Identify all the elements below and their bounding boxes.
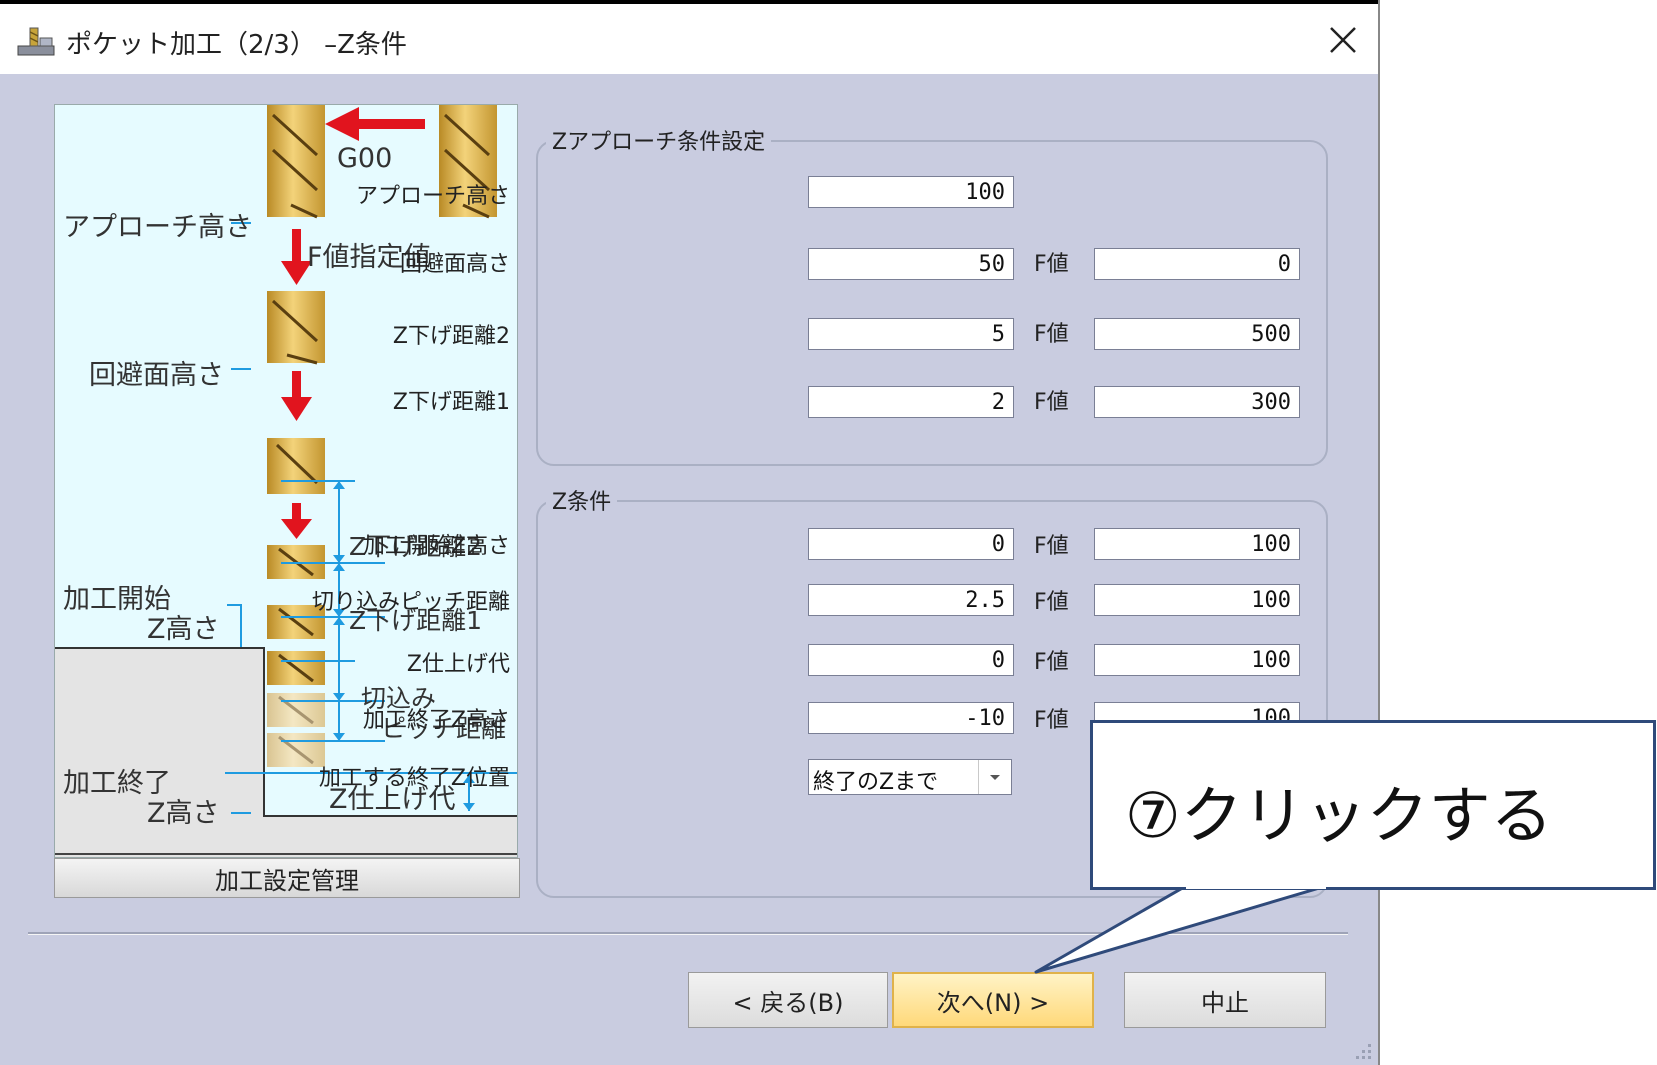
window-title: ポケット加工（2/3） –Z条件 — [66, 30, 407, 60]
finish-allowance-input[interactable] — [808, 644, 1014, 676]
z-condition-group-title: Z条件 — [546, 484, 618, 516]
z-down-2-f-input[interactable] — [1094, 318, 1300, 350]
end-mill-tool-3 — [267, 438, 325, 494]
machining-diagram: G00 アプローチ高さ F値指定値 回避面高さ Z下げ距離2 加工開始 Z高さ … — [54, 104, 518, 858]
finish-allowance-field-label: Z仕上げ代 — [406, 652, 510, 677]
back-button[interactable]: < 戻る(B) — [688, 972, 888, 1028]
end-mill-tool-faded-2 — [267, 733, 325, 767]
pocket-machining-icon — [17, 27, 55, 56]
z-down-1-input[interactable] — [808, 386, 1014, 418]
cut-pitch-f-input[interactable] — [1094, 584, 1300, 616]
start-z-input[interactable] — [808, 528, 1014, 560]
feed-down-arrow-2 — [281, 371, 312, 421]
next-button[interactable]: 次へ(N) > — [892, 972, 1094, 1028]
cancel-button[interactable]: 中止 — [1124, 972, 1326, 1028]
z-down-2-input[interactable] — [808, 318, 1014, 350]
end-z-field-label: 加工終了Z高さ — [362, 708, 510, 733]
z-down-2-field-label: Z下げ距離2 — [392, 324, 510, 349]
approach-height-label: アプローチ高さ — [63, 212, 252, 243]
start-z-label-line2: Z高さ — [147, 614, 220, 645]
feed-down-arrow-3 — [281, 503, 312, 539]
window-right-edge — [1378, 0, 1380, 1065]
start-z-field-label: 加工開始Z高さ — [362, 534, 510, 559]
machining-settings-manage-button[interactable]: 加工設定管理 — [54, 858, 520, 898]
approach-height-field-label: アプローチ高さ — [355, 184, 510, 209]
end-mill-tool-top-left — [267, 105, 325, 219]
chevron-down-icon — [990, 775, 1000, 780]
callout-tail-mask — [1186, 883, 1326, 889]
end-mill-tool-6 — [267, 651, 325, 685]
end-position-select[interactable]: 終了のZまで — [808, 759, 1012, 795]
end-position-field-label: 加工する終了Z位置 — [318, 766, 510, 791]
start-z-leader — [227, 604, 242, 647]
end-mill-tool-2 — [267, 291, 325, 365]
end-mill-tool-faded-1 — [267, 693, 325, 727]
avoid-height-input[interactable] — [808, 248, 1014, 280]
close-button[interactable] — [1315, 18, 1371, 62]
avoid-height-label: 回避面高さ — [89, 360, 224, 391]
cut-pitch-input[interactable] — [808, 584, 1014, 616]
avoid-height-f-input[interactable] — [1094, 248, 1300, 280]
dialog-window: ポケット加工（2/3） –Z条件 G00 アプローチ高さ F値指定値 回避面高さ… — [0, 0, 1380, 1065]
end-position-selected-value: 終了のZまで — [813, 770, 939, 795]
dropdown-arrow-icon[interactable] — [978, 760, 1011, 794]
end-z-input[interactable] — [808, 702, 1014, 734]
z-down-1-f-label: F値 — [1034, 390, 1069, 415]
start-z-f-input[interactable] — [1094, 528, 1300, 560]
avoid-height-field-label: 回避面高さ — [399, 252, 510, 277]
button-separator — [28, 932, 1348, 935]
end-z-label-line2: Z高さ — [147, 798, 220, 829]
z-down-2-f-label: F値 — [1034, 322, 1069, 347]
approach-height-input[interactable] — [808, 176, 1014, 208]
avoid-height-f-label: F値 — [1034, 252, 1069, 277]
z-down-1-field-label: Z下げ距離1 — [392, 390, 510, 415]
z-down-1-f-input[interactable] — [1094, 386, 1300, 418]
close-icon — [1330, 27, 1356, 53]
finish-allowance-f-label: F値 — [1034, 650, 1069, 675]
z-approach-group-title: Zアプローチ条件設定 — [546, 124, 772, 156]
resize-grip-icon[interactable] — [1350, 1040, 1374, 1062]
instruction-callout: ⑦クリックする — [1090, 720, 1656, 890]
callout-text: ⑦クリックする — [1125, 779, 1553, 852]
end-z-leader — [231, 772, 251, 814]
end-z-f-label: F値 — [1034, 708, 1069, 733]
finish-allowance-f-input[interactable] — [1094, 644, 1300, 676]
cut-pitch-field-label: 切り込みピッチ距離 — [311, 590, 510, 615]
g00-label: G00 — [337, 143, 393, 174]
rapid-move-arrow — [325, 107, 425, 141]
start-z-f-label: F値 — [1034, 534, 1069, 559]
title-bar: ポケット加工（2/3） –Z条件 — [0, 4, 1380, 74]
cut-pitch-f-label: F値 — [1034, 590, 1069, 615]
